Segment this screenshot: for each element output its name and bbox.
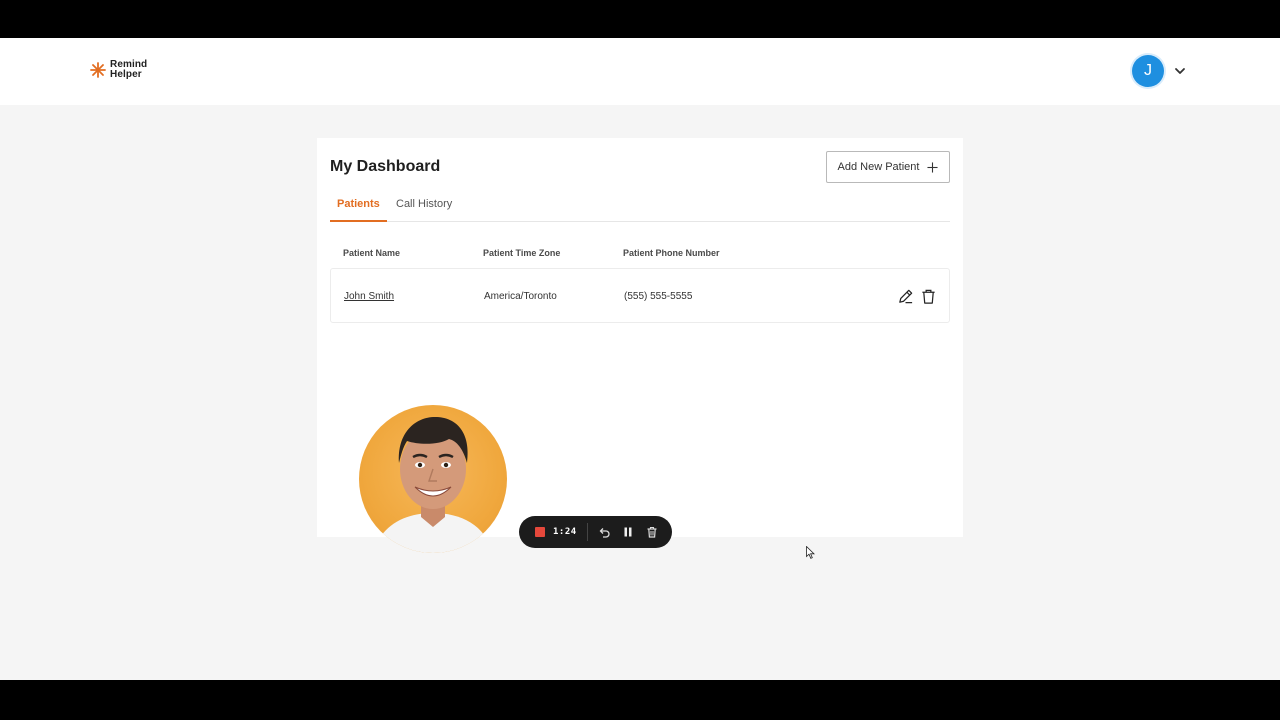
patient-name-link[interactable]: John Smith: [344, 291, 394, 302]
undo-icon: [599, 528, 610, 538]
column-header-phone-number: Patient Phone Number: [623, 248, 720, 258]
chevron-down-icon[interactable]: [1174, 65, 1186, 77]
recording-toolbar: 1:24: [519, 516, 672, 548]
avatar[interactable]: J: [1132, 55, 1164, 87]
user-menu[interactable]: J: [1132, 55, 1186, 87]
undo-button[interactable]: [596, 524, 612, 540]
app-window: Remind Helper J My Dashboard Add New Pat…: [0, 38, 1280, 680]
trash-icon[interactable]: [920, 288, 937, 305]
pause-icon: [624, 527, 632, 537]
letterbox-bottom: [0, 680, 1280, 720]
letterbox-top: [0, 0, 1280, 38]
recording-time: 1:24: [553, 527, 577, 537]
add-new-patient-button[interactable]: Add New Patient: [826, 151, 950, 183]
row-actions: [897, 288, 937, 305]
toolbar-divider: [586, 523, 588, 541]
patient-phone-number: (555) 555-5555: [624, 291, 693, 302]
edit-icon[interactable]: [897, 288, 914, 305]
logo-star-icon: [90, 62, 106, 78]
page-title: My Dashboard: [330, 158, 441, 175]
stop-icon[interactable]: [535, 527, 545, 537]
add-new-patient-label: Add New Patient: [837, 161, 920, 173]
presenter-image: [373, 417, 493, 553]
cursor-icon: [806, 546, 815, 559]
plus-icon: [927, 161, 939, 173]
app-logo[interactable]: Remind Helper: [90, 60, 147, 80]
column-header-time-zone: Patient Time Zone: [483, 248, 561, 258]
logo-line-2: Helper: [110, 69, 142, 80]
table-row: John Smith America/Toronto (555) 555-555…: [330, 268, 950, 323]
column-header-patient-name: Patient Name: [343, 248, 401, 258]
tab-patients[interactable]: Patients: [330, 198, 387, 222]
top-navbar: Remind Helper J: [0, 38, 1280, 105]
logo-text: Remind Helper: [110, 60, 147, 80]
patient-time-zone: America/Toronto: [484, 291, 557, 302]
tab-call-history[interactable]: Call History: [389, 198, 459, 222]
pause-button[interactable]: [620, 524, 636, 540]
delete-icon: [647, 526, 657, 538]
dashboard-tabs: Patients Call History: [330, 193, 950, 222]
delete-recording-button[interactable]: [644, 524, 660, 540]
webcam-bubble[interactable]: [359, 405, 507, 553]
